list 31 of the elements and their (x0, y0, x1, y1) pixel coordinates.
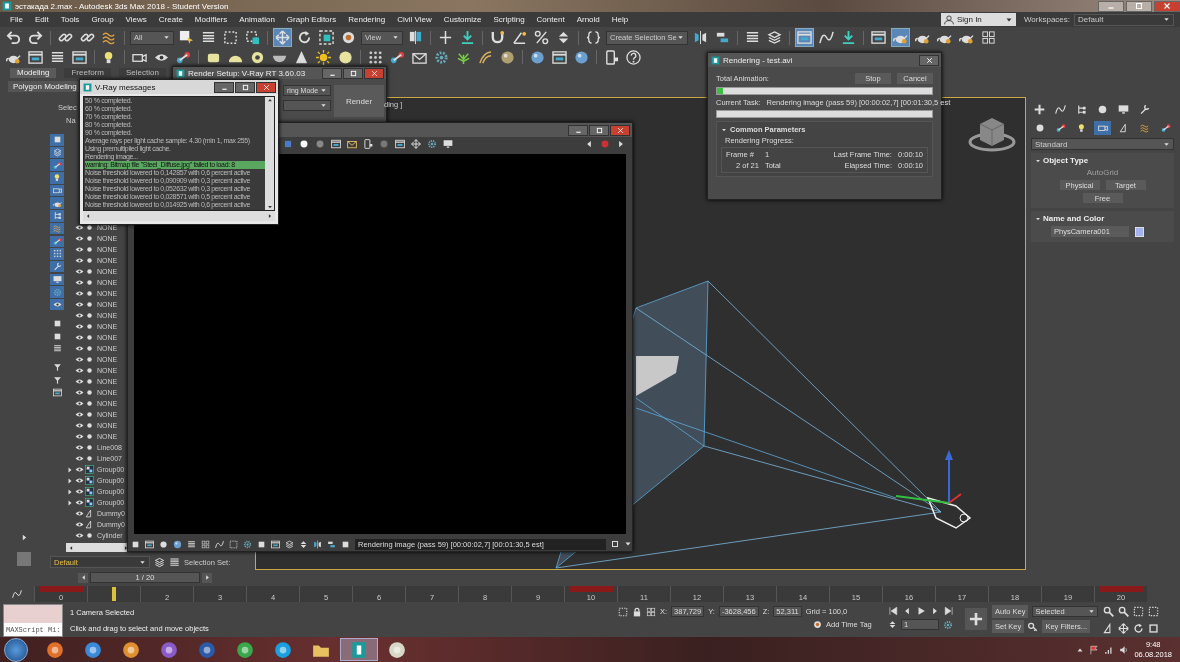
menu-item[interactable]: Modifiers (188, 15, 234, 24)
menu-item[interactable]: Civil View (391, 15, 438, 24)
menu-item[interactable]: Customize (437, 15, 488, 24)
category-dropdown[interactable]: Standard (1031, 138, 1174, 150)
rollout-title[interactable]: Name and Color (1043, 214, 1105, 223)
menu-item[interactable]: Content (530, 15, 571, 24)
ribbon-panel-label[interactable]: Polygon Modeling (8, 81, 82, 92)
ribbon-tab[interactable]: Selection (118, 68, 166, 78)
menu-item[interactable]: Graph Editors (280, 15, 343, 24)
menu-item[interactable]: Animation (233, 15, 281, 24)
window-title: Rendering - test.avi (723, 55, 793, 65)
menu-item[interactable]: Scripting (487, 15, 531, 24)
workspaces-dropdown[interactable]: Default (1074, 13, 1174, 26)
sign-in-dropdown[interactable]: Sign In (940, 13, 1016, 26)
menu-item[interactable]: Tools (54, 15, 86, 24)
menu-item[interactable]: Views (119, 15, 153, 24)
workspaces-label: Workspaces: (1023, 15, 1070, 24)
menu-item[interactable]: Create (152, 15, 189, 24)
menu-item[interactable]: Help (605, 15, 635, 24)
menu-item[interactable]: Group (85, 15, 120, 24)
ribbon-tab[interactable]: Modeling (10, 68, 57, 78)
window-title: V-Ray messages (95, 82, 156, 92)
render-button[interactable]: Render (334, 85, 384, 117)
menu-item[interactable]: File (4, 15, 29, 24)
menu-item[interactable]: Arnold (570, 15, 606, 24)
rollout-title[interactable]: Object Type (1043, 156, 1089, 165)
window-title: Render Setup: V-Ray RT 3.60.03 (188, 68, 306, 78)
window-title: эстакада 2.max - Autodesk 3ds Max 2018 - Student Version (15, 1, 229, 11)
menu-item[interactable]: Rendering (342, 15, 392, 24)
ribbon-tab[interactable]: Freeform (64, 68, 111, 78)
menu-item[interactable]: Edit (28, 15, 55, 24)
